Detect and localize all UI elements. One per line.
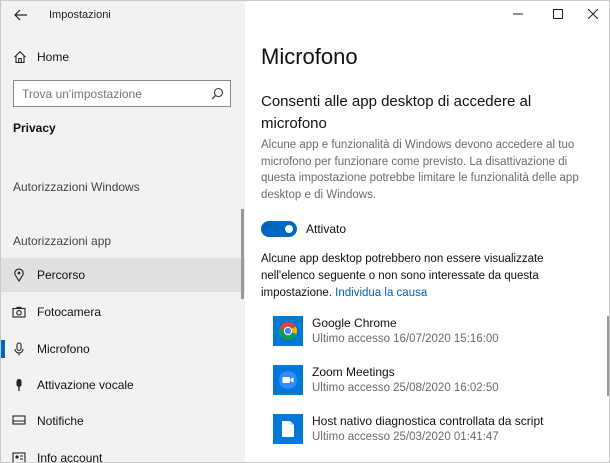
- close-button[interactable]: [579, 5, 607, 23]
- location-icon: [1, 268, 37, 282]
- search-box[interactable]: [13, 80, 231, 107]
- sidebar-scrollbar[interactable]: [241, 209, 244, 299]
- sidebar-item-label: Notifiche: [37, 414, 84, 428]
- maximize-button[interactable]: [544, 5, 572, 23]
- title-bar: Impostazioni: [1, 1, 245, 29]
- info-note: Alcune app desktop potrebbero non essere…: [261, 251, 591, 302]
- sidebar-item-camera[interactable]: Fotocamera: [1, 295, 245, 329]
- section-description: Alcune app e funzionalità di Windows dev…: [261, 139, 579, 201]
- app-last-access: Ultimo accesso 25/08/2020 16:02:50: [312, 382, 499, 394]
- app-list-item-script-host: Host nativo diagnostica controllata da s…: [273, 412, 593, 448]
- sidebar-item-notifications[interactable]: Notifiche: [1, 404, 245, 438]
- back-button[interactable]: [11, 6, 31, 24]
- selection-indicator: [1, 340, 5, 358]
- camera-icon: [1, 306, 37, 318]
- sidebar-item-label: Info account: [37, 451, 103, 463]
- microphone-access-toggle[interactable]: [261, 221, 297, 237]
- settings-window: Impostazioni Home Privacy Autorizzazioni…: [0, 0, 610, 463]
- close-icon: [588, 9, 598, 19]
- app-list-item-zoom: Zoom Meetings Ultimo accesso 25/08/2020 …: [273, 363, 593, 399]
- zoom-icon: [273, 365, 303, 395]
- minimize-icon: [513, 13, 523, 15]
- app-last-access: Ultimo accesso 25/03/2020 01:41:47: [312, 431, 499, 443]
- sidebar-item-label: Microfono: [37, 342, 90, 356]
- sidebar-item-account-info[interactable]: Info account: [1, 441, 245, 463]
- maximize-icon: [553, 9, 563, 19]
- sidebar-item-label: Fotocamera: [37, 305, 102, 319]
- back-arrow-icon: [14, 9, 27, 21]
- app-name: Host nativo diagnostica controllata da s…: [312, 414, 544, 428]
- search-input[interactable]: [22, 86, 192, 101]
- group-label-windows-permissions: Autorizzazioni Windows: [13, 180, 140, 194]
- notification-icon: [1, 415, 37, 427]
- sidebar-item-location[interactable]: Percorso: [1, 258, 245, 292]
- sidebar-item-label: Percorso: [37, 268, 86, 282]
- toggle-knob: [285, 225, 293, 233]
- group-label-app-permissions: Autorizzazioni app: [13, 234, 112, 248]
- main-content: Microfono Consenti alle app desktop di a…: [245, 1, 609, 462]
- app-name: Zoom Meetings: [312, 365, 395, 379]
- find-cause-link[interactable]: Individua la causa: [335, 287, 427, 299]
- chrome-icon: [273, 316, 303, 346]
- app-last-access: Ultimo accesso 16/07/2020 15:16:00: [312, 333, 499, 345]
- toggle-label: Attivato: [306, 222, 347, 236]
- section-heading: Consenti alle app desktop di accedere al…: [261, 93, 532, 132]
- microphone-icon: [1, 342, 37, 356]
- window-title: Impostazioni: [49, 9, 111, 21]
- home-label: Home: [37, 50, 70, 64]
- page-title: Microfono: [261, 44, 358, 69]
- section-title: Privacy: [13, 121, 56, 135]
- voice-activation-icon: [1, 378, 37, 392]
- sidebar-item-label: Attivazione vocale: [37, 378, 134, 392]
- app-name: Google Chrome: [312, 316, 397, 330]
- search-icon[interactable]: [211, 87, 224, 105]
- document-icon: [273, 414, 303, 444]
- home-icon: [1, 50, 37, 64]
- minimize-button[interactable]: [504, 5, 532, 23]
- account-info-icon: [1, 452, 37, 462]
- sidebar-item-voice-activation[interactable]: Attivazione vocale: [1, 368, 245, 402]
- sidebar: Impostazioni Home Privacy Autorizzazioni…: [1, 1, 245, 463]
- app-list-item-chrome: Google Chrome Ultimo accesso 16/07/2020 …: [273, 314, 593, 350]
- home-link[interactable]: Home: [1, 45, 245, 69]
- sidebar-item-microphone[interactable]: Microfono: [1, 332, 245, 366]
